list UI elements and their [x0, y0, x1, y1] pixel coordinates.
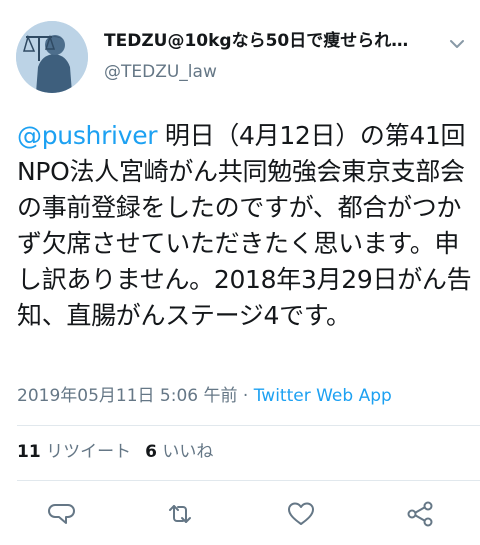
retweet-count: 11: [17, 442, 41, 462]
tweet-stats: 11 リツイート 6 いいね: [17, 440, 213, 464]
avatar[interactable]: [16, 21, 88, 93]
author-info[interactable]: TEDZU@10kgなら50日で痩せられ… @TEDZU_law: [104, 30, 434, 83]
likes-stat[interactable]: 6 いいね: [145, 442, 213, 462]
meta-separator: ·: [237, 386, 254, 406]
retweets-stat[interactable]: 11 リツイート: [17, 442, 131, 462]
action-bar: [0, 498, 480, 534]
divider: [17, 480, 480, 481]
timestamp[interactable]: 2019年05月11日 5:06 午前: [17, 386, 238, 406]
share-icon[interactable]: [404, 498, 436, 530]
heart-icon[interactable]: [285, 498, 317, 530]
tweet-detail: TEDZU@10kgなら50日で痩せられ… @TEDZU_law @pushri…: [0, 0, 480, 545]
reply-icon[interactable]: [46, 498, 78, 530]
like-count: 6: [145, 442, 157, 462]
source-link[interactable]: Twitter Web App: [254, 386, 392, 406]
author-display-name[interactable]: TEDZU@10kgなら50日で痩せられ…: [104, 30, 424, 52]
mention-link[interactable]: @pushriver: [17, 121, 158, 150]
like-label: いいね: [162, 442, 214, 462]
tweet-body: 明日（4月12日）の第41回NPO法人宮崎がん共同勉強会東京支部会の事前登録をし…: [17, 121, 472, 330]
tweet-text: @pushriver 明日（4月12日）の第41回NPO法人宮崎がん共同勉強会東…: [17, 118, 472, 334]
retweet-label: リツイート: [46, 442, 132, 462]
chevron-down-icon[interactable]: [448, 36, 466, 50]
author-handle[interactable]: @TEDZU_law: [104, 61, 434, 83]
divider: [17, 425, 480, 426]
tweet-meta: 2019年05月11日 5:06 午前 · Twitter Web App: [17, 385, 392, 407]
retweet-icon[interactable]: [164, 498, 196, 530]
